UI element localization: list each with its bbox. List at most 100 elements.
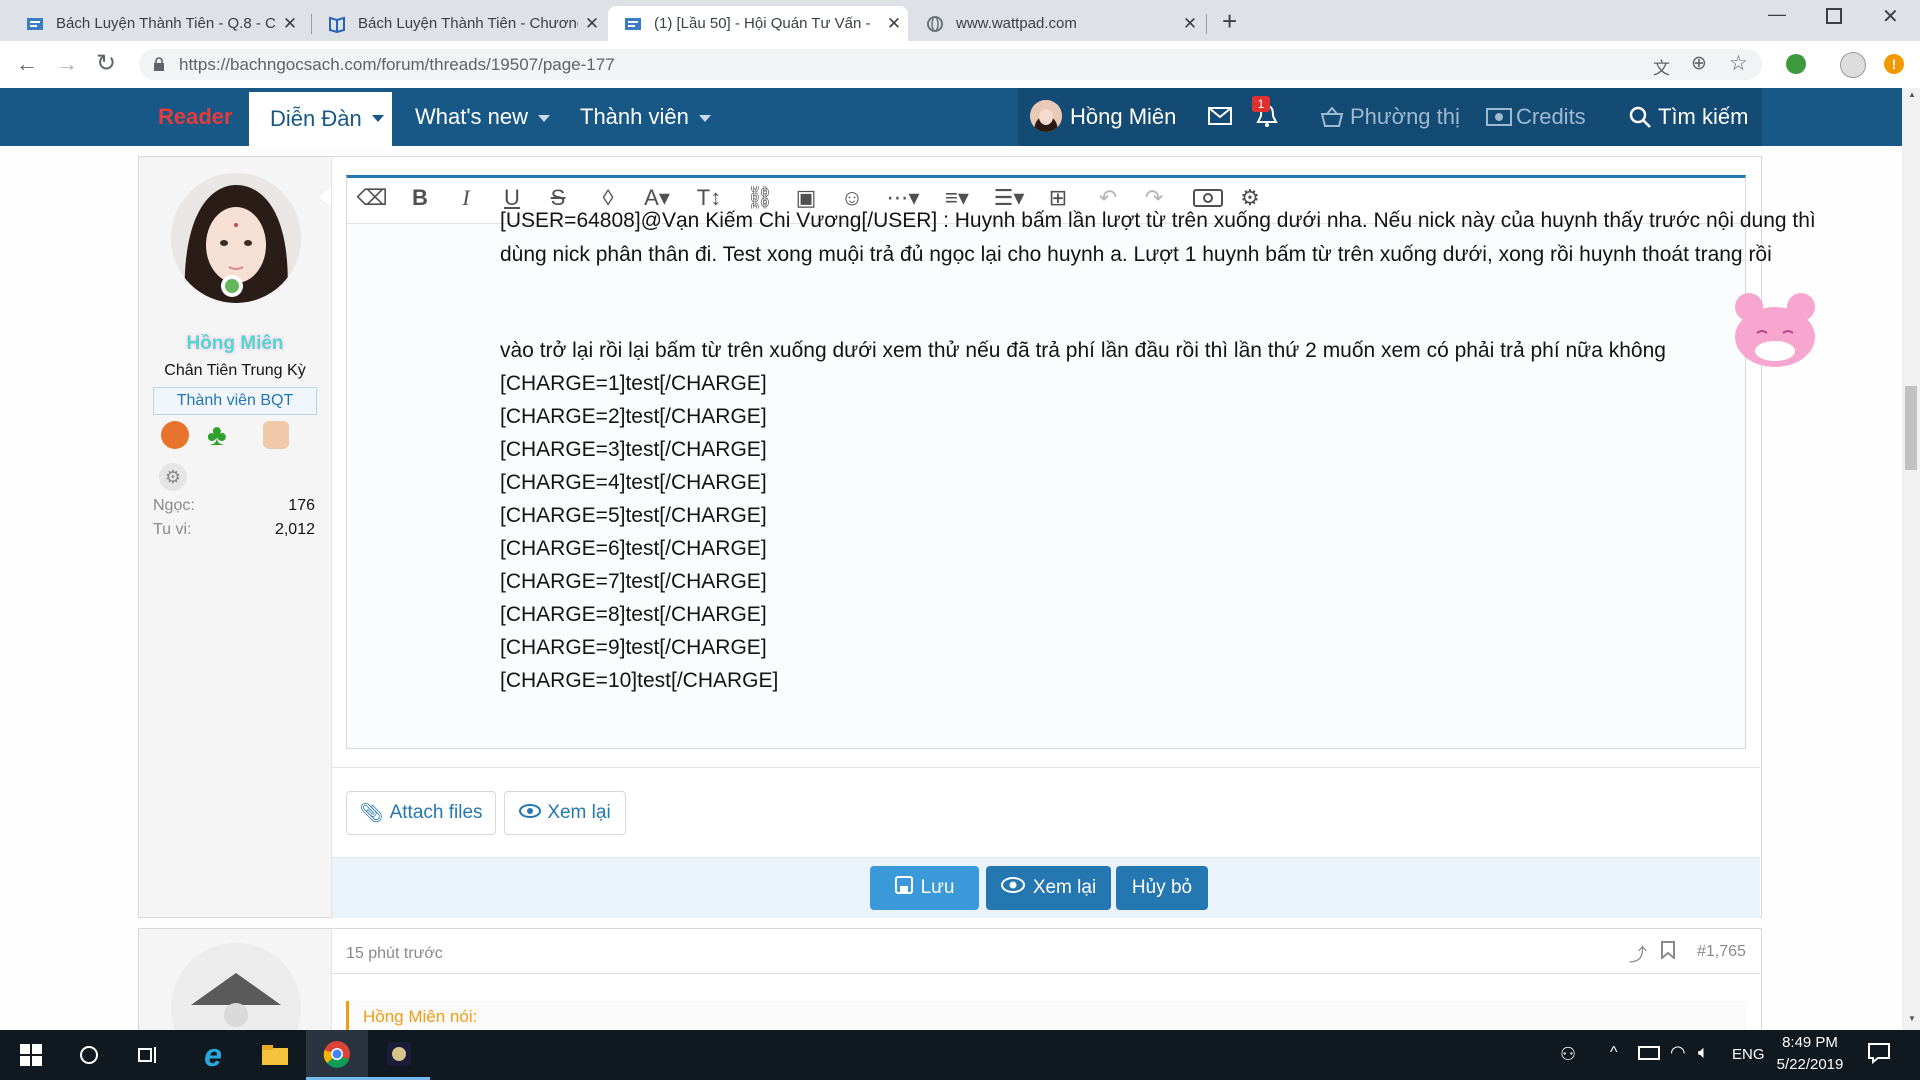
tab-title: (1) [Lầu 50] - Hội Quán Tư Vấn - (654, 15, 871, 32)
mail-icon[interactable] (1208, 107, 1232, 130)
close-tab-icon[interactable]: ✕ (1176, 14, 1204, 34)
bold-icon[interactable]: B (399, 178, 441, 218)
minimize-icon[interactable]: — (1768, 4, 1786, 25)
preview-button[interactable]: Xem lại (504, 791, 626, 835)
paperclip-icon: 📎︎ (359, 803, 384, 824)
nav-reader[interactable]: Reader (158, 88, 233, 146)
chevron-down-icon[interactable] (538, 114, 551, 122)
post-number[interactable]: #1,765 (1697, 943, 1746, 961)
star-icon[interactable]: ☆ (1729, 51, 1748, 76)
zoom-icon[interactable]: ⊕ (1691, 52, 1707, 75)
italic-icon[interactable]: I (445, 178, 487, 218)
chevron-up-icon[interactable]: ^ (1610, 1044, 1618, 1062)
avatar[interactable] (1030, 100, 1062, 132)
editor-text-line: [CHARGE=2]test[/CHARGE] (500, 405, 767, 428)
nav-whats-new-label: What's new (415, 104, 529, 129)
people-icon[interactable]: ⚇ (1560, 1044, 1576, 1065)
browser-tab[interactable]: Bách Luyện Thành Tiên - Q.8 - Ch ✕ (10, 6, 304, 41)
tab-title: Bách Luyện Thành Tiên - Q.8 - Ch (56, 15, 276, 32)
clock-date[interactable]: 5/22/2019 (1770, 1056, 1850, 1073)
save-button[interactable]: Lưu (870, 866, 979, 910)
stat-value: 2,012 (274, 521, 315, 538)
editor-text-line: [CHARGE=5]test[/CHARGE] (500, 504, 767, 527)
money-icon[interactable] (1486, 108, 1512, 131)
close-tab-icon[interactable]: ✕ (276, 14, 304, 34)
cancel-button[interactable]: Hủy bỏ (1116, 866, 1208, 910)
character-trophy-icon[interactable] (263, 421, 289, 449)
chevron-down-icon[interactable] (372, 115, 384, 122)
update-icon[interactable]: ! (1884, 54, 1904, 74)
search-icon (1628, 105, 1652, 134)
quote-author[interactable]: Hồng Miên nói: (363, 1007, 477, 1027)
user-name[interactable]: Hồng Miên (139, 333, 331, 355)
clover-trophy-icon[interactable]: ♣ (207, 419, 227, 453)
bookmark-icon[interactable] (1661, 941, 1675, 964)
nav-credits[interactable]: Credits (1516, 88, 1586, 146)
forum-navbar: Reader Diễn Đàn What's new Thành viên Hồ… (0, 88, 1902, 146)
battery-icon[interactable] (1638, 1046, 1660, 1060)
nav-search[interactable]: Tìm kiếm (1600, 88, 1762, 146)
forward-icon[interactable]: → (56, 51, 78, 77)
wifi-icon[interactable]: ◠ (1670, 1042, 1686, 1063)
editor-text-line: dùng nick phân thân đi. Test xong muội t… (500, 243, 1772, 266)
url-text: https://bachngocsach.com/forum/threads/1… (179, 55, 615, 74)
new-tab-button[interactable]: + (1222, 6, 1237, 37)
nav-account-area: Hồng Miên 1 Phường thị Credits (1018, 88, 1600, 146)
volume-icon[interactable]: 🔈︎ (1698, 1042, 1709, 1063)
pig-sticker-icon (1727, 287, 1823, 371)
close-tab-icon[interactable]: ✕ (880, 14, 908, 34)
site-favicon-icon (26, 15, 44, 33)
internet-explorer-icon[interactable]: e (182, 1030, 244, 1080)
editor-text-line: [CHARGE=7]test[/CHARGE] (500, 570, 767, 593)
omnibox[interactable]: https://bachngocsach.com/forum/threads/1… (139, 49, 1762, 80)
scroll-up-icon[interactable]: ▲ (1908, 90, 1916, 99)
gear-icon[interactable]: ⚙ (159, 463, 187, 491)
back-icon[interactable]: ← (16, 51, 38, 77)
user-role-banner: Thành viên BQT (153, 387, 317, 415)
close-window-icon[interactable]: ✕ (1882, 4, 1899, 29)
eye-icon (519, 802, 542, 824)
nav-market[interactable]: Phường thị (1350, 88, 1460, 146)
editor-text-line: [CHARGE=9]test[/CHARGE] (500, 636, 767, 659)
app-icon[interactable] (368, 1030, 430, 1080)
reload-icon[interactable]: ↻ (96, 49, 116, 78)
attach-files-label: Attach files (389, 802, 483, 823)
restore-icon[interactable] (1826, 8, 1842, 24)
nav-members-label: Thành viên (580, 104, 689, 129)
notification-icon[interactable] (1868, 1042, 1890, 1069)
browser-tab-active[interactable]: (1) [Lầu 50] - Hội Quán Tư Vấn - ✕ (608, 6, 908, 41)
task-view-icon[interactable] (118, 1030, 180, 1080)
share-icon[interactable]: ⤴ (1629, 941, 1647, 967)
close-tab-icon[interactable]: ✕ (578, 14, 606, 34)
nav-forum-label: Diễn Đàn (270, 106, 362, 131)
basket-icon[interactable] (1320, 106, 1344, 132)
editor-text-line: [CHARGE=10]test[/CHARGE] (500, 669, 779, 692)
extension-icon[interactable] (1786, 54, 1806, 74)
preview-submit-button[interactable]: Xem lại (986, 866, 1111, 910)
browser-tab[interactable]: Bách Luyện Thành Tiên - Chương ✕ (312, 6, 606, 41)
clock-time[interactable]: 8:49 PM (1770, 1034, 1850, 1051)
nav-whats-new[interactable]: What's new (415, 88, 551, 146)
nav-forum-tab[interactable]: Diễn Đàn (249, 92, 392, 146)
scroll-down-icon[interactable]: ▼ (1908, 1014, 1916, 1023)
basketball-trophy-icon[interactable] (161, 421, 189, 449)
file-explorer-icon[interactable] (244, 1030, 306, 1080)
translate-icon[interactable]: 文 (1653, 54, 1670, 79)
browser-tab[interactable]: www.wattpad.com ✕ (910, 6, 1204, 41)
attach-files-button[interactable]: 📎︎ Attach files (346, 791, 496, 835)
eraser-icon[interactable]: ⌫ (351, 178, 393, 218)
chrome-icon[interactable] (306, 1030, 368, 1080)
windows-start-icon[interactable] (0, 1030, 62, 1080)
scrollbar-thumb[interactable] (1905, 386, 1917, 470)
nav-members[interactable]: Thành viên (580, 88, 711, 146)
chevron-down-icon[interactable] (698, 114, 711, 122)
editor-text-line: [CHARGE=1]test[/CHARGE] (500, 372, 767, 395)
profile-icon[interactable] (1840, 52, 1866, 78)
editor-text-line: [CHARGE=8]test[/CHARGE] (500, 603, 767, 626)
post-edit: Hồng Miên Chân Tiên Trung Kỳ Thành viên … (138, 156, 1816, 918)
language-indicator[interactable]: ENG (1732, 1046, 1765, 1063)
post-time[interactable]: 15 phút trước (346, 945, 443, 963)
nav-username[interactable]: Hồng Miên (1070, 88, 1176, 146)
page-scrollbar[interactable]: ▲ ▼ (1902, 88, 1920, 1030)
search-icon[interactable] (58, 1030, 120, 1080)
